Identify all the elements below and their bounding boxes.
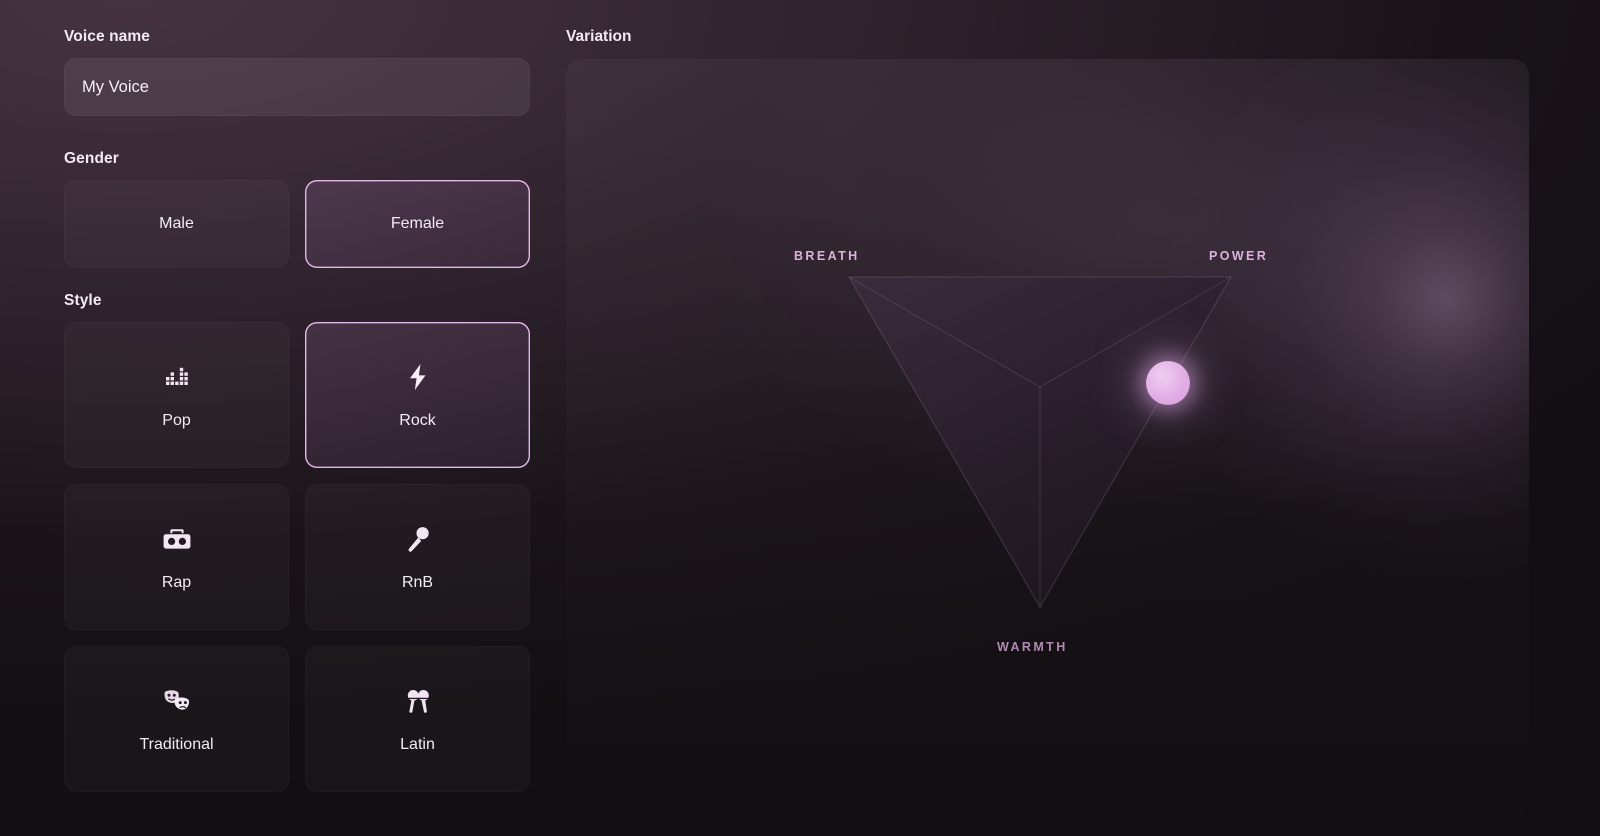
style-label: Style [64, 292, 530, 310]
variation-triangle [566, 59, 1529, 819]
style-option-label: Latin [400, 736, 435, 754]
spacer [64, 268, 530, 292]
style-option-label: Rock [399, 412, 435, 430]
boombox-icon [162, 522, 192, 556]
equalizer-icon [164, 360, 190, 394]
style-option-label: Traditional [139, 736, 213, 754]
variation-handle[interactable] [1146, 361, 1190, 405]
theater-masks-icon [162, 684, 192, 718]
gender-options: Male Female [64, 180, 530, 268]
variation-panel: Variation [566, 28, 1600, 836]
style-options: Pop Rock [64, 322, 530, 792]
gender-option-label: Female [391, 215, 444, 233]
vertex-label-breath: BREATH [794, 249, 860, 263]
gender-option-male[interactable]: Male [64, 180, 289, 268]
style-option-rock[interactable]: Rock [305, 322, 530, 468]
lightning-bolt-icon [406, 360, 430, 394]
voice-name-label: Voice name [64, 28, 530, 46]
style-option-label: Rap [162, 574, 191, 592]
maracas-icon [404, 684, 432, 718]
microphone-icon [405, 522, 431, 556]
style-option-rap[interactable]: Rap [64, 484, 289, 630]
gender-option-female[interactable]: Female [305, 180, 530, 268]
voice-designer-screen: Voice name Gender Male Female Style [0, 0, 1600, 836]
vertex-label-warmth: WARMTH [997, 640, 1068, 654]
style-option-traditional[interactable]: Traditional [64, 646, 289, 792]
style-option-label: Pop [162, 412, 190, 430]
variation-pad[interactable]: BREATH POWER WARMTH [566, 59, 1529, 819]
spacer [64, 116, 530, 150]
voice-settings-panel: Voice name Gender Male Female Style [0, 0, 566, 836]
style-option-rnb[interactable]: RnB [305, 484, 530, 630]
gender-label: Gender [64, 150, 530, 168]
gender-option-label: Male [159, 215, 194, 233]
vertex-label-power: POWER [1209, 249, 1268, 263]
style-option-latin[interactable]: Latin [305, 646, 530, 792]
voice-name-input[interactable] [64, 58, 530, 116]
style-option-label: RnB [402, 574, 433, 592]
style-option-pop[interactable]: Pop [64, 322, 289, 468]
variation-title: Variation [566, 28, 1600, 46]
